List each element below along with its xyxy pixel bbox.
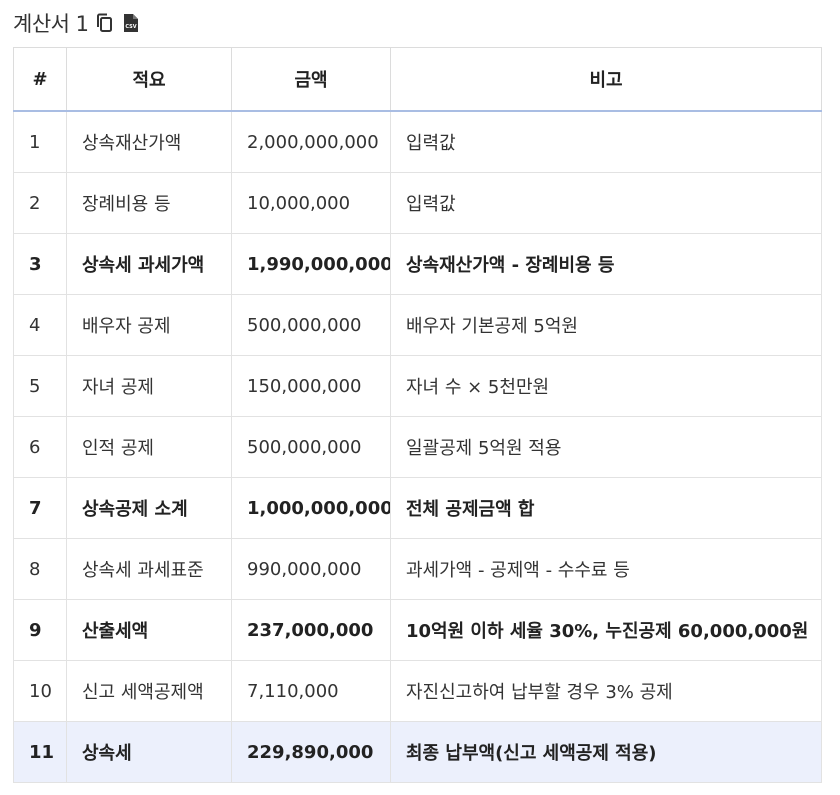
table-row: 9 산출세액 237,000,000 10억원 이하 세율 30%, 누진공제 60,… — [13, 599, 822, 661]
cell-note: 배우자 기본공제 5억원 — [390, 294, 822, 356]
table-row: 5 자녀 공제 150,000,000 자녀 수 × 5천만원 — [13, 355, 822, 417]
page-title: 계산서 1 — [13, 12, 89, 36]
cell-item: 신고 세액공제액 — [66, 660, 232, 722]
calculation-table: # 적요 금액 비고 1 상속재산가액 2,000,000,000 입력값 2 장례비용 … — [13, 47, 822, 783]
cell-item: 상속세 — [66, 721, 232, 783]
cell-number: 1 — [13, 110, 67, 173]
csv-download-icon[interactable]: CSV — [121, 13, 141, 33]
column-header-note: 비고 — [390, 47, 822, 112]
cell-item: 상속공제 소계 — [66, 477, 232, 539]
table-header-row: # 적요 금액 비고 — [13, 47, 822, 112]
cell-amount: 7,110,000 — [231, 660, 391, 722]
column-header-item: 적요 — [66, 47, 232, 112]
cell-number: 8 — [13, 538, 67, 600]
cell-note: 입력값 — [390, 110, 822, 173]
svg-text:CSV: CSV — [125, 24, 136, 30]
cell-number: 7 — [13, 477, 67, 539]
cell-note: 10억원 이하 세율 30%, 누진공제 60,000,000원 — [390, 599, 822, 661]
cell-amount: 229,890,000 — [231, 721, 391, 783]
cell-note: 자녀 수 × 5천만원 — [390, 355, 822, 417]
cell-amount: 990,000,000 — [231, 538, 391, 600]
cell-note: 일괄공제 5억원 적용 — [390, 416, 822, 478]
cell-item: 배우자 공제 — [66, 294, 232, 356]
table-row: 11 상속세 229,890,000 최종 납부액(신고 세액공제 적용) — [13, 721, 822, 783]
cell-item: 산출세액 — [66, 599, 232, 661]
cell-note: 전체 공제금액 합 — [390, 477, 822, 539]
cell-number: 11 — [13, 721, 67, 783]
column-header-number: # — [13, 47, 67, 112]
table-row: 10 신고 세액공제액 7,110,000 자진신고하여 납부할 경우 3% 공제 — [13, 660, 822, 722]
cell-note: 상속재산가액 - 장례비용 등 — [390, 233, 822, 295]
copy-icon[interactable] — [95, 13, 115, 33]
cell-amount: 150,000,000 — [231, 355, 391, 417]
cell-number: 5 — [13, 355, 67, 417]
table-row: 4 배우자 공제 500,000,000 배우자 기본공제 5억원 — [13, 294, 822, 356]
table-row: 7 상속공제 소계 1,000,000,000 전체 공제금액 합 — [13, 477, 822, 539]
cell-item: 상속세 과세가액 — [66, 233, 232, 295]
cell-item: 상속재산가액 — [66, 110, 232, 173]
cell-note: 입력값 — [390, 172, 822, 234]
cell-amount: 237,000,000 — [231, 599, 391, 661]
cell-amount: 500,000,000 — [231, 416, 391, 478]
cell-number: 9 — [13, 599, 67, 661]
cell-item: 자녀 공제 — [66, 355, 232, 417]
cell-item: 인적 공제 — [66, 416, 232, 478]
table-row: 2 장례비용 등 10,000,000 입력값 — [13, 172, 822, 234]
table-row: 8 상속세 과세표준 990,000,000 과세가액 - 공제액 - 수수료 등 — [13, 538, 822, 600]
cell-number: 2 — [13, 172, 67, 234]
cell-amount: 2,000,000,000 — [231, 110, 391, 173]
table-row: 3 상속세 과세가액 1,990,000,000 상속재산가액 - 장례비용 등 — [13, 233, 822, 295]
cell-number: 4 — [13, 294, 67, 356]
cell-number: 3 — [13, 233, 67, 295]
cell-amount: 10,000,000 — [231, 172, 391, 234]
cell-note: 최종 납부액(신고 세액공제 적용) — [390, 721, 822, 783]
cell-item: 장례비용 등 — [66, 172, 232, 234]
cell-number: 6 — [13, 416, 67, 478]
table-row: 1 상속재산가액 2,000,000,000 입력값 — [13, 110, 822, 173]
table-row: 6 인적 공제 500,000,000 일괄공제 5억원 적용 — [13, 416, 822, 478]
cell-amount: 500,000,000 — [231, 294, 391, 356]
cell-item: 상속세 과세표준 — [66, 538, 232, 600]
cell-amount: 1,000,000,000 — [231, 477, 391, 539]
header: 계산서 1 CSV — [13, 6, 141, 40]
cell-note: 자진신고하여 납부할 경우 3% 공제 — [390, 660, 822, 722]
cell-amount: 1,990,000,000 — [231, 233, 391, 295]
column-header-amount: 금액 — [231, 47, 391, 112]
cell-note: 과세가액 - 공제액 - 수수료 등 — [390, 538, 822, 600]
cell-number: 10 — [13, 660, 67, 722]
